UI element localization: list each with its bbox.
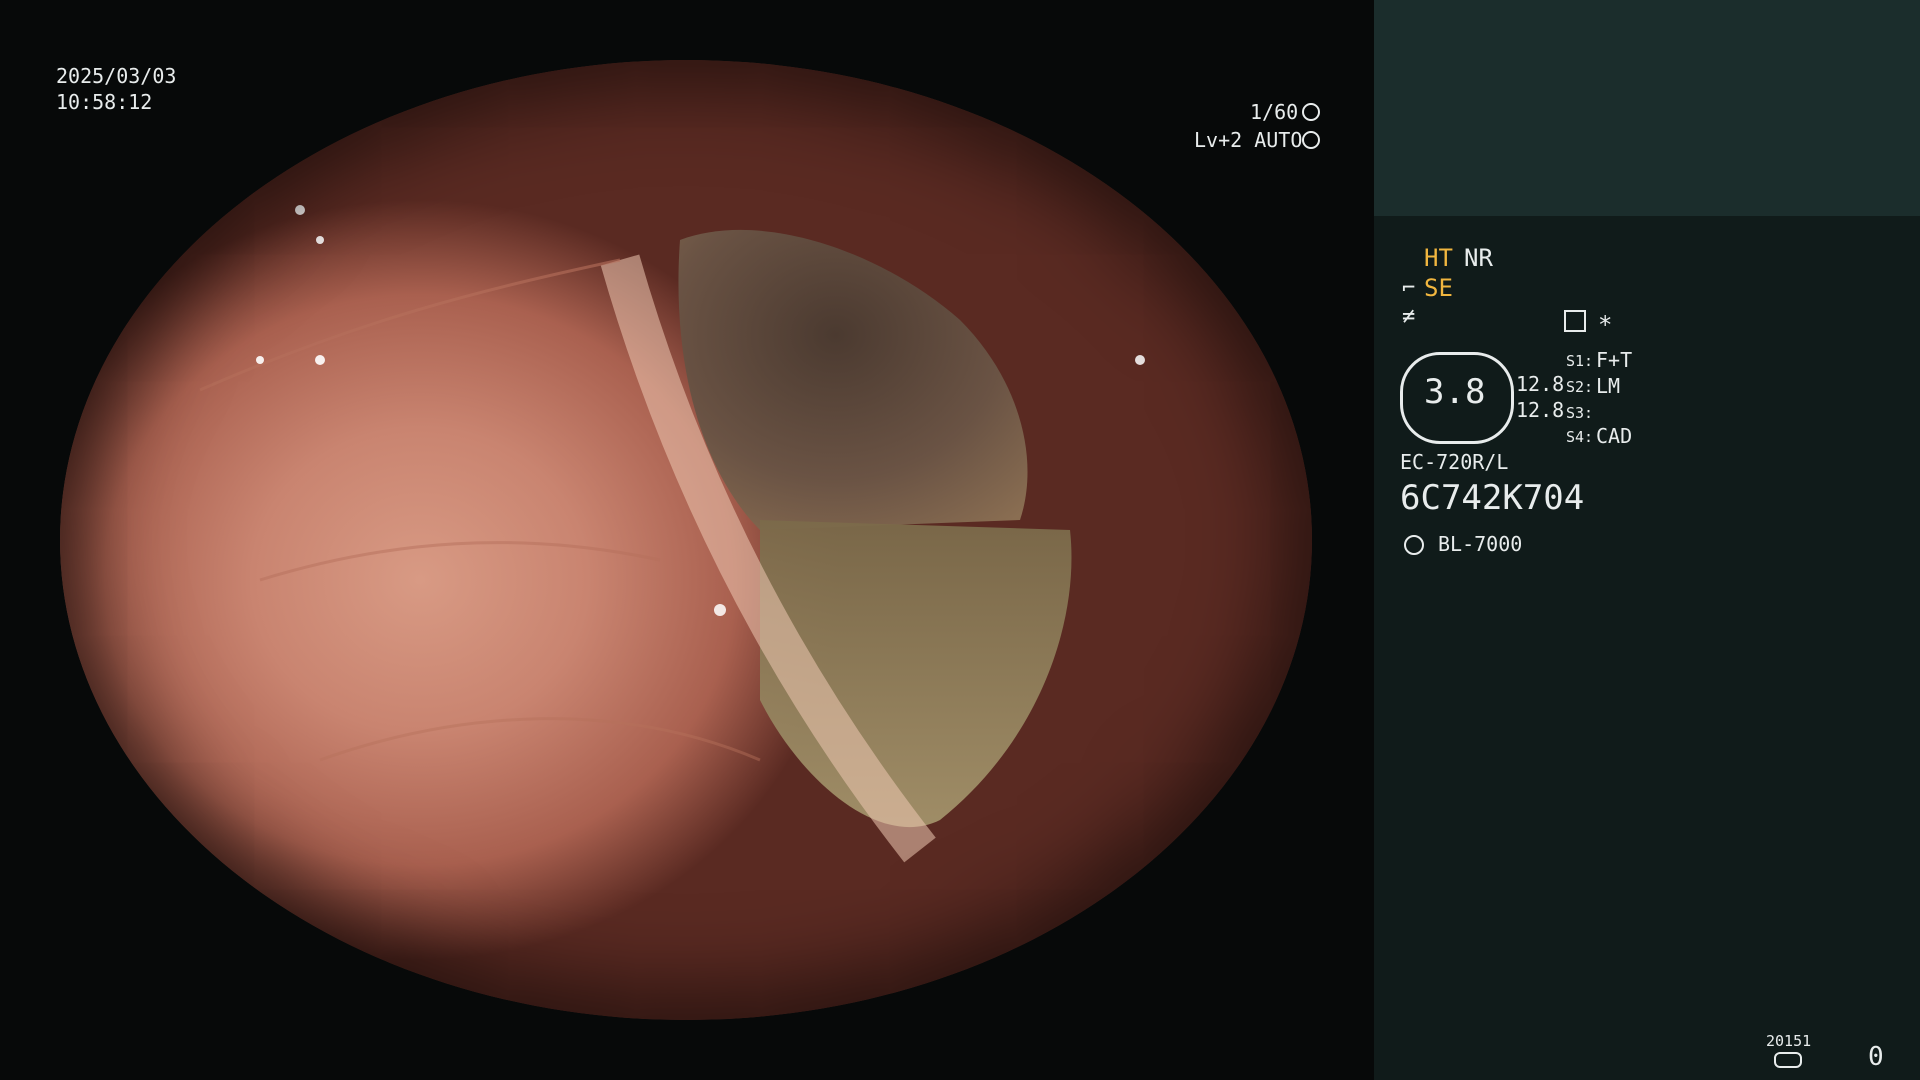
ht-indicator: HT — [1424, 244, 1453, 272]
shutter-icon — [1302, 103, 1320, 121]
colon-lumen — [199, 205, 1145, 863]
exam-time: 10:58:12 — [56, 90, 153, 114]
gauge-value: 3.8 — [1424, 372, 1486, 412]
s2-key: S2: — [1566, 378, 1594, 396]
scope-model: EC-720R/L — [1400, 450, 1509, 474]
storage-icon — [1774, 1052, 1802, 1068]
s1-key: S1: — [1566, 352, 1594, 370]
image-counter-small: 20151 — [1766, 1032, 1812, 1050]
shutter-speed: 1/60 — [1250, 100, 1299, 124]
s3-key: S3: — [1566, 404, 1594, 422]
light-source-icon — [1404, 535, 1424, 555]
image-counter: 0 — [1868, 1042, 1884, 1072]
exposure-level: Lv+2 AUTO — [1194, 128, 1303, 152]
gauge-side-value-2: 12.8 — [1516, 398, 1565, 422]
s2-value: LM — [1596, 374, 1621, 398]
endoscope-view — [60, 60, 1312, 1020]
light-source: BL-7000 — [1438, 532, 1523, 556]
s4-value: CAD — [1596, 424, 1633, 448]
gauge-side-value-1: 12.8 — [1516, 372, 1565, 396]
se-indicator: SE — [1424, 274, 1453, 302]
scope-serial: 6C742K704 — [1400, 478, 1585, 518]
info-panel-header — [1374, 0, 1920, 216]
memo-icon — [1564, 310, 1586, 332]
star-indicator: ∗ — [1598, 306, 1613, 334]
s4-key: S4: — [1566, 428, 1594, 446]
nr-indicator: NR — [1464, 244, 1493, 272]
auto-iris-icon — [1302, 131, 1320, 149]
exam-date: 2025/03/03 — [56, 64, 177, 88]
enhance-icon: ≠ — [1402, 304, 1416, 329]
s1-value: F+T — [1596, 348, 1633, 372]
scope-tip-icon: ⌐ — [1402, 276, 1416, 301]
